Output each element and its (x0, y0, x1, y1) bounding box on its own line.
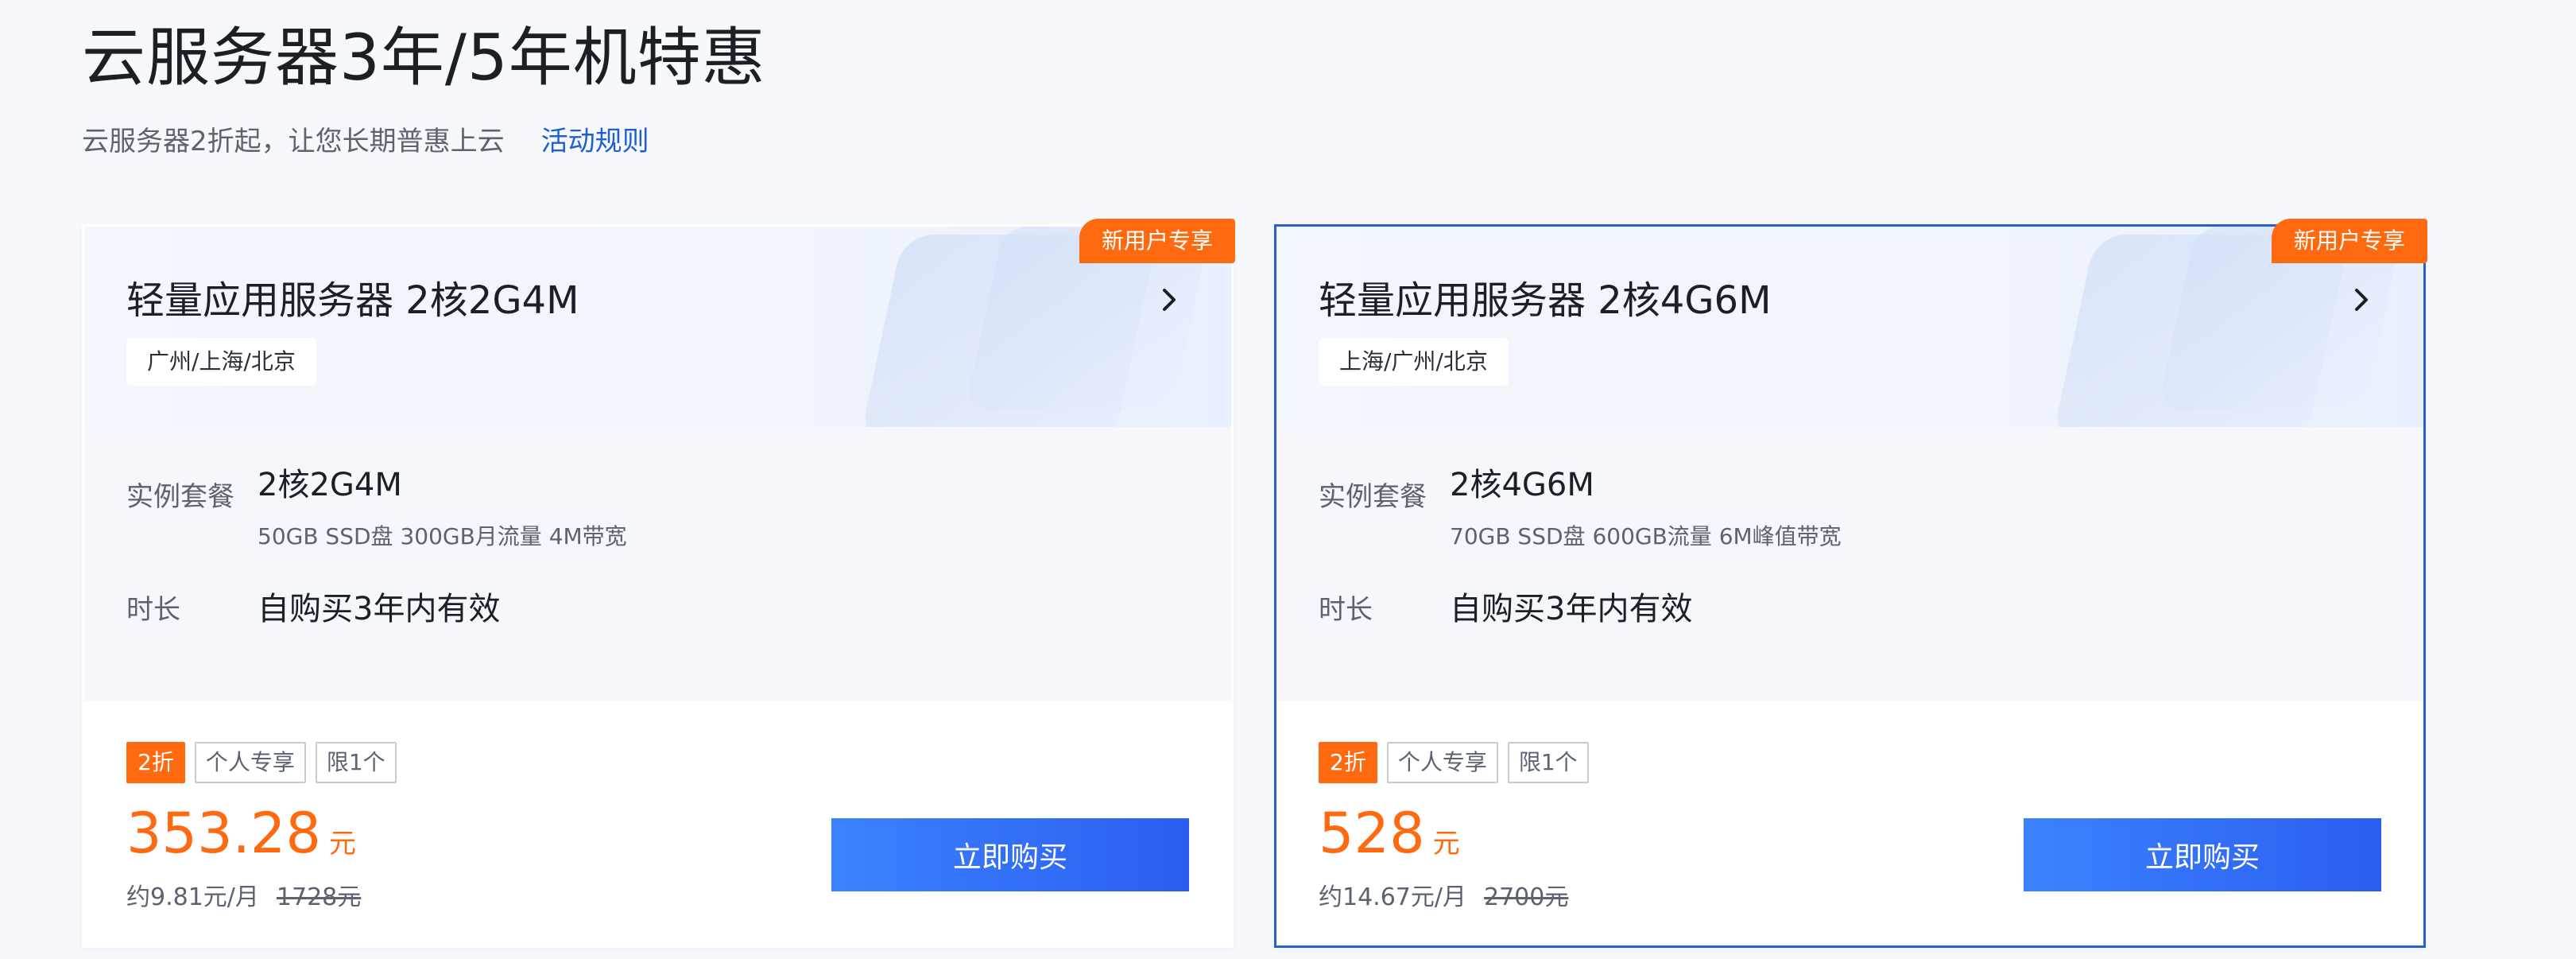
product-name: 轻量应用服务器 2核4G6M (1319, 278, 1772, 323)
spec-detail: 70GB SSD盘 600GB流量 6M峰值带宽 (1450, 523, 1842, 549)
card-header[interactable]: 轻量应用服务器 2核4G6M 上海/广州/北京 (1276, 227, 2423, 427)
monthly-price: 约9.81元/月 (126, 883, 259, 911)
buy-now-button[interactable]: 立即购买 (831, 818, 1189, 891)
region-tag: 上海/广州/北京 (1319, 338, 1509, 386)
promo-page: 云服务器3年/5年机特惠 云服务器2折起，让您长期普惠上云 活动规则 新用户专享… (0, 0, 2576, 959)
card-pricing: 2折 个人专享 限1个 353.28 元 约9.81元/月 1728元 立即购买 (84, 701, 1231, 945)
card-specs: 实例套餐 2核2G4M 50GB SSD盘 300GB月流量 4M带宽 时长 自… (84, 427, 1231, 701)
chevron-right-icon[interactable] (2346, 284, 2377, 316)
tag-list: 2折 个人专享 限1个 (1319, 742, 1589, 783)
page-subtitle: 云服务器2折起，让您长期普惠上云 (82, 125, 505, 157)
price: 528 (1319, 801, 1425, 866)
card-pricing: 2折 个人专享 限1个 528 元 约14.67元/月 2700元 立即购买 (1276, 701, 2423, 945)
discount-tag: 2折 (1319, 742, 1377, 783)
page-title: 云服务器3年/5年机特惠 (82, 21, 766, 95)
personal-only-tag: 个人专享 (1386, 742, 1498, 783)
monthly-row: 约9.81元/月 1728元 (126, 877, 361, 912)
price: 353.28 (126, 801, 321, 866)
original-price: 1728元 (276, 883, 362, 911)
price-row: 353.28 元 (126, 798, 356, 869)
tag-list: 2折 个人专享 限1个 (126, 742, 397, 783)
buy-now-button[interactable]: 立即购买 (2024, 818, 2381, 891)
spec-title: 2核4G6M (1450, 467, 1594, 503)
spec-detail: 50GB SSD盘 300GB月流量 4M带宽 (258, 523, 627, 549)
product-card-2c4g6m[interactable]: 新用户专享 轻量应用服务器 2核4G6M 上海/广州/北京 实例套餐 2核4G6… (1274, 219, 2427, 948)
currency-unit: 元 (328, 828, 356, 860)
monthly-price: 约14.67元/月 (1319, 883, 1466, 911)
spec-title: 2核2G4M (258, 467, 402, 503)
limit-one-tag: 限1个 (315, 742, 397, 783)
region-tag: 广州/上海/北京 (126, 338, 316, 386)
discount-tag: 2折 (126, 742, 185, 783)
subtitle-row: 云服务器2折起，让您长期普惠上云 活动规则 (82, 118, 649, 159)
activity-rules-link[interactable]: 活动规则 (541, 119, 649, 158)
price-row: 528 元 (1319, 798, 1460, 869)
spec-label: 实例套餐 (126, 481, 234, 513)
limit-one-tag: 限1个 (1507, 742, 1589, 783)
card-header[interactable]: 轻量应用服务器 2核2G4M 广州/上海/北京 (84, 227, 1231, 427)
duration-value: 自购买3年内有效 (1450, 591, 1693, 627)
duration-value: 自购买3年内有效 (258, 591, 501, 627)
personal-only-tag: 个人专享 (194, 742, 306, 783)
monthly-row: 约14.67元/月 2700元 (1319, 877, 1568, 912)
original-price: 2700元 (1484, 883, 1569, 911)
card-specs: 实例套餐 2核4G6M 70GB SSD盘 600GB流量 6M峰值带宽 时长 … (1276, 427, 2423, 701)
duration-label: 时长 (126, 594, 180, 626)
product-card-2c2g4m[interactable]: 新用户专享 轻量应用服务器 2核2G4M 广州/上海/北京 实例套餐 2核2G4… (82, 219, 1235, 948)
spec-label: 实例套餐 (1319, 481, 1427, 513)
new-user-badge: 新用户专享 (1079, 219, 1235, 263)
product-name: 轻量应用服务器 2核2G4M (126, 278, 579, 323)
new-user-badge: 新用户专享 (2271, 219, 2427, 263)
duration-label: 时长 (1319, 594, 1373, 626)
currency-unit: 元 (1432, 828, 1460, 860)
chevron-right-icon[interactable] (1153, 284, 1185, 316)
